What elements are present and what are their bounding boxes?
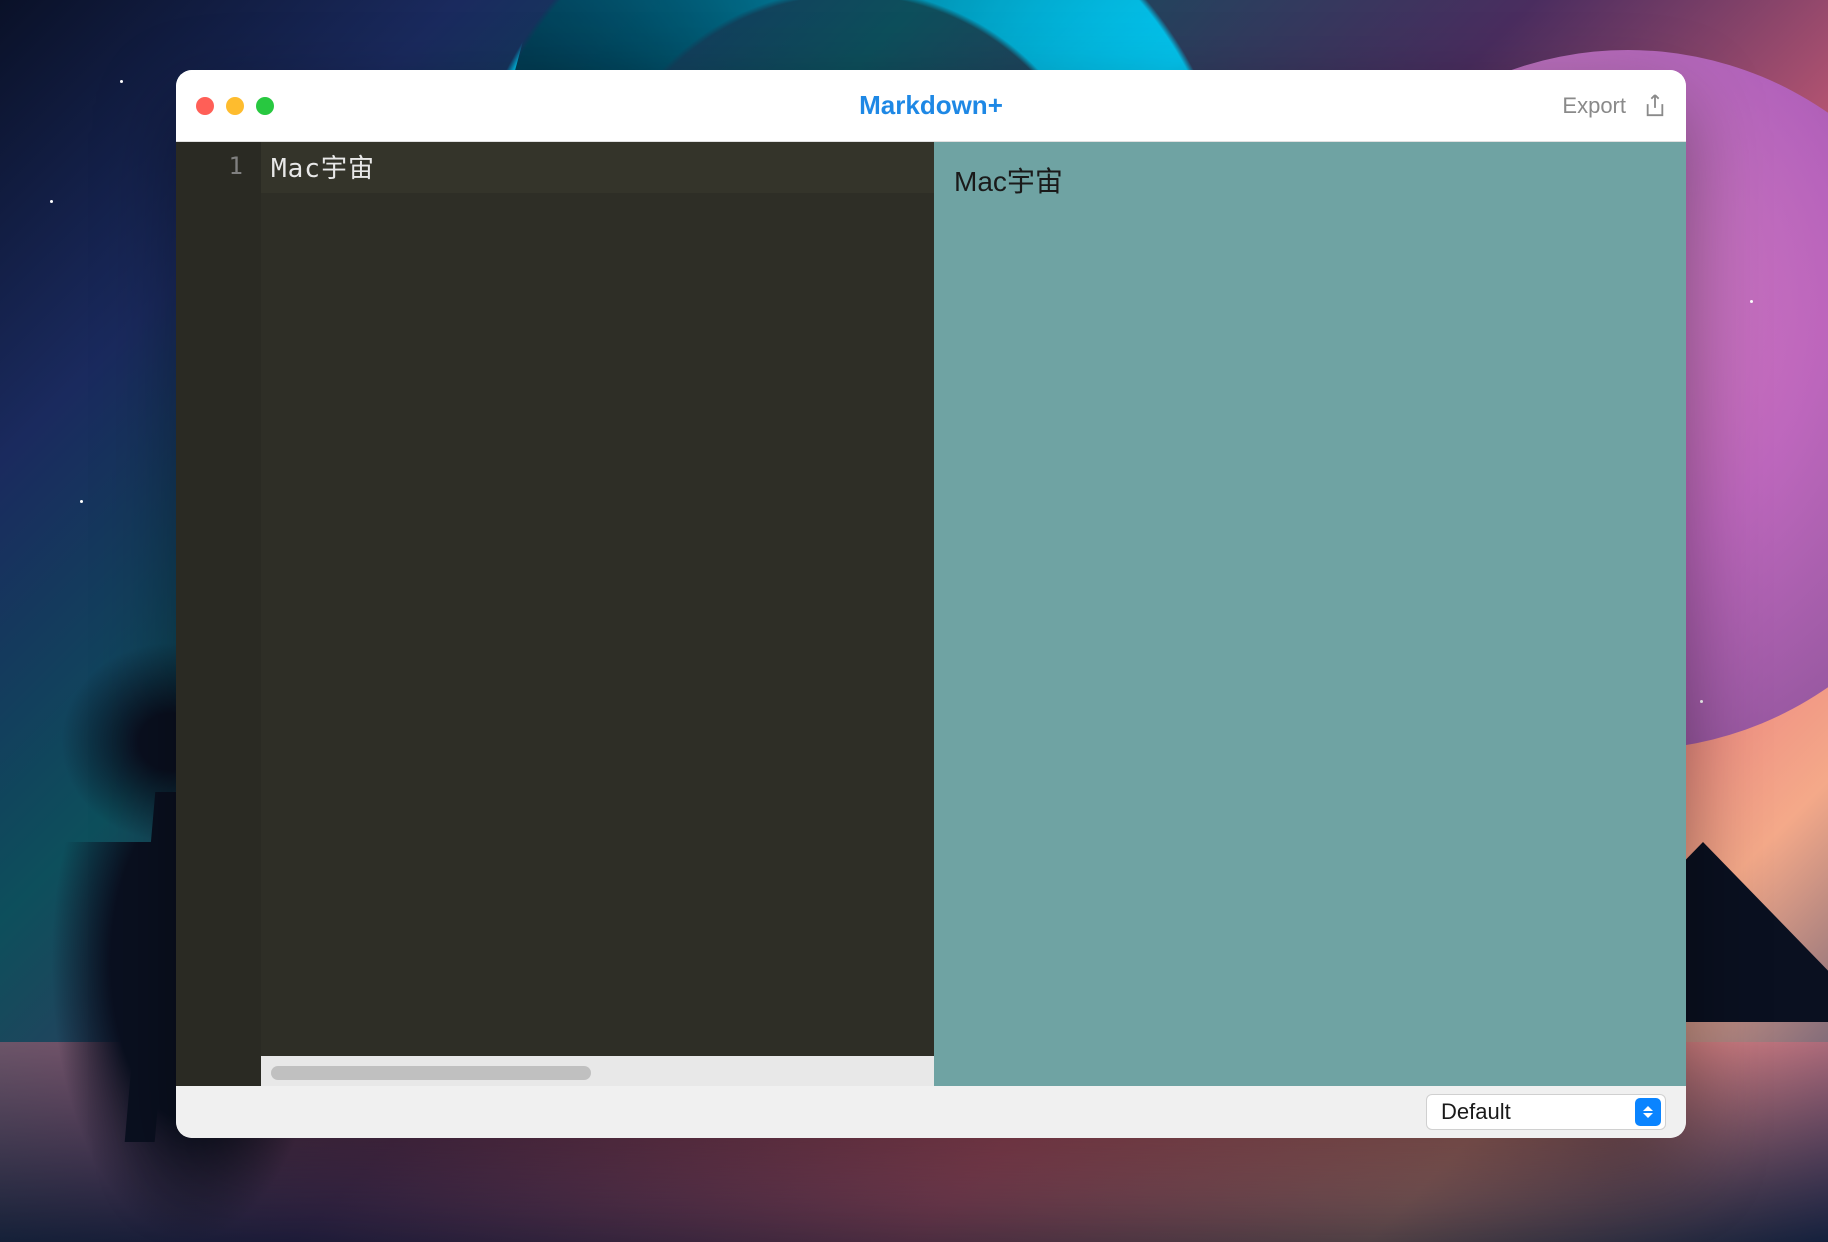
toolbar-right: Export xyxy=(1562,93,1666,119)
maximize-button[interactable] xyxy=(256,97,274,115)
editor-pane: 1 Mac宇宙 xyxy=(176,142,934,1086)
line-number: 1 xyxy=(176,146,261,180)
preview-pane: Mac宇宙 xyxy=(934,142,1686,1086)
editor-current-line: Mac宇宙 xyxy=(261,142,934,193)
export-button[interactable]: Export xyxy=(1562,93,1626,119)
close-button[interactable] xyxy=(196,97,214,115)
footer: Default xyxy=(176,1086,1686,1138)
titlebar: Markdown+ Export xyxy=(176,70,1686,142)
traffic-lights xyxy=(196,97,274,115)
horizontal-scrollbar-track[interactable] xyxy=(261,1056,934,1086)
share-icon[interactable] xyxy=(1644,93,1666,119)
preview-content: Mac宇宙 xyxy=(954,160,1666,200)
theme-select-value: Default xyxy=(1441,1099,1511,1125)
horizontal-scrollbar-thumb[interactable] xyxy=(271,1066,591,1080)
select-arrows-icon xyxy=(1635,1098,1661,1126)
content-area: 1 Mac宇宙 Mac宇宙 xyxy=(176,142,1686,1086)
minimize-button[interactable] xyxy=(226,97,244,115)
theme-select[interactable]: Default xyxy=(1426,1094,1666,1130)
editor-text-area[interactable]: Mac宇宙 xyxy=(261,142,934,1086)
app-window: Markdown+ Export 1 Mac宇宙 Mac宇宙 xyxy=(176,70,1686,1138)
line-gutter: 1 xyxy=(176,142,261,1086)
editor-content: Mac宇宙 xyxy=(271,154,375,184)
app-title: Markdown+ xyxy=(859,90,1003,121)
